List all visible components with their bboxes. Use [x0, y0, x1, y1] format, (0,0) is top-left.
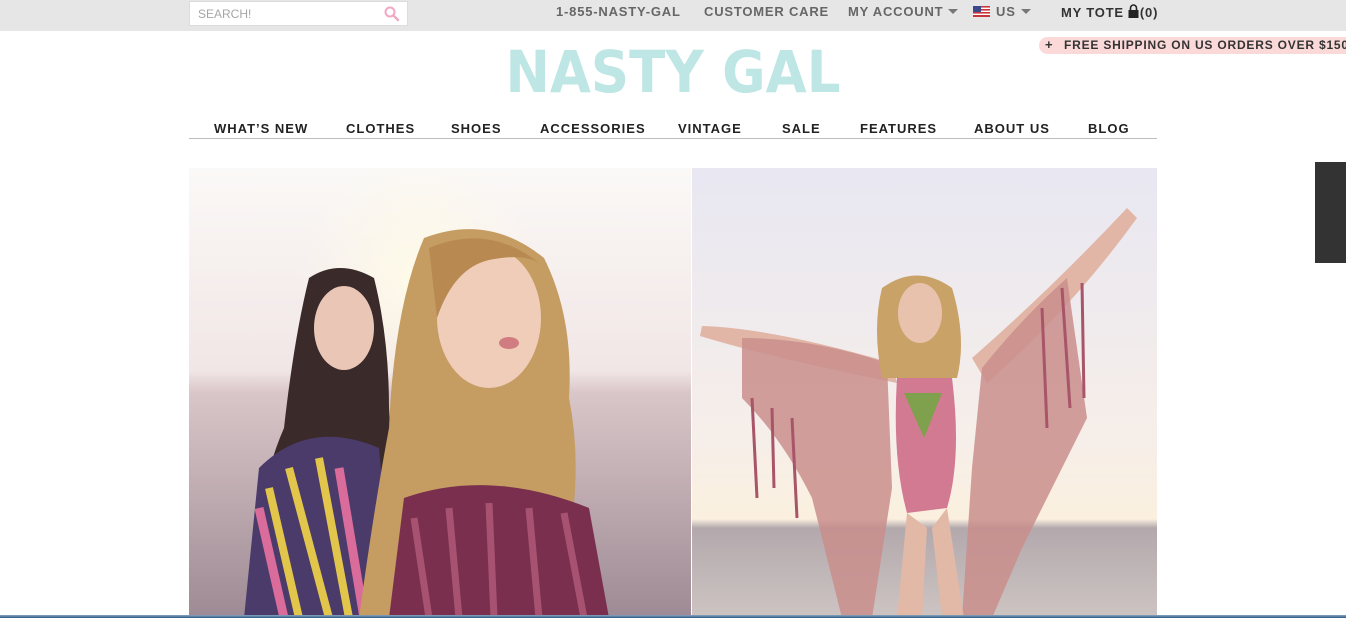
country-label: US: [996, 4, 1016, 19]
nav-item-blog[interactable]: BLOG: [1088, 121, 1130, 136]
nav-item-features[interactable]: FEATURES: [860, 121, 937, 136]
customer-care-link[interactable]: CUSTOMER CARE: [704, 4, 829, 19]
hero-image-right[interactable]: [692, 168, 1157, 618]
tote-label: MY TOTE: [1061, 5, 1124, 20]
country-selector[interactable]: US: [973, 4, 1031, 19]
my-tote-link[interactable]: MY TOTE (0): [1061, 4, 1158, 20]
nav-item-clothes[interactable]: CLOTHES: [346, 121, 415, 136]
chevron-down-icon: [1020, 9, 1031, 15]
nav-item-whats-new[interactable]: WHAT’S NEW: [214, 121, 308, 136]
my-account-label: MY ACCOUNT: [848, 4, 944, 19]
main-nav: WHAT’S NEW CLOTHES SHOES ACCESSORIES VIN…: [189, 116, 1157, 139]
my-account-dropdown[interactable]: MY ACCOUNT: [848, 4, 959, 19]
nav-item-accessories[interactable]: ACCESSORIES: [540, 121, 646, 136]
lock-icon: [1128, 4, 1139, 18]
search-icon[interactable]: [383, 5, 401, 23]
us-flag-icon: [973, 6, 990, 17]
nasty-gal-logo[interactable]: NASTY GAL: [505, 38, 842, 106]
phone-link[interactable]: 1-855-NASTY-GAL: [556, 4, 681, 19]
nav-item-about-us[interactable]: ABOUT US: [974, 121, 1050, 136]
tote-count: (0): [1139, 5, 1159, 20]
side-feedback-tab[interactable]: [1315, 162, 1346, 263]
search-input[interactable]: [190, 2, 380, 25]
plus-icon: +: [1045, 37, 1054, 52]
hero-image-left[interactable]: [189, 168, 691, 618]
search-box: [189, 1, 408, 26]
logo-text: NASTY GAL: [506, 40, 841, 94]
top-utility-bar: 1-855-NASTY-GAL CUSTOMER CARE MY ACCOUNT…: [0, 0, 1346, 31]
free-shipping-text: FREE SHIPPING ON US ORDERS OVER $150: [1064, 38, 1346, 52]
nav-item-sale[interactable]: SALE: [782, 121, 821, 136]
chevron-down-icon: [948, 9, 959, 15]
nav-item-vintage[interactable]: VINTAGE: [678, 121, 742, 136]
nav-item-shoes[interactable]: SHOES: [451, 121, 502, 136]
free-shipping-banner[interactable]: + FREE SHIPPING ON US ORDERS OVER $150: [1039, 37, 1346, 54]
